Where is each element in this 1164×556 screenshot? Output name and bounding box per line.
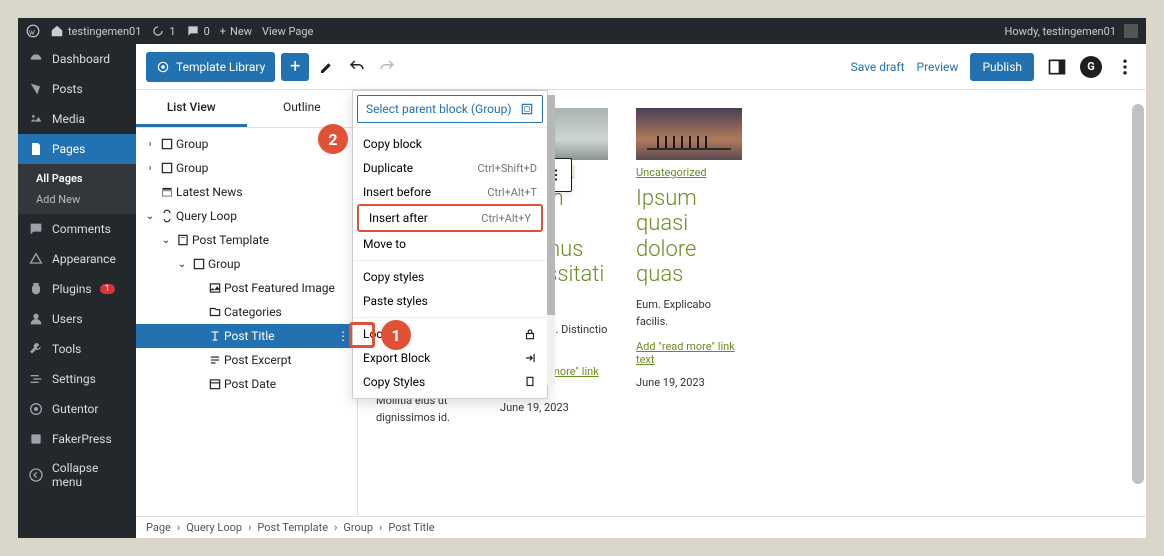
block-group[interactable]: ›Group	[136, 156, 357, 180]
crumb[interactable]: Group	[343, 521, 373, 534]
block-editor: Template Library + Save draft Preview Pu…	[136, 44, 1146, 538]
preview-button[interactable]: Preview	[917, 60, 959, 74]
ctx-insert-after[interactable]: Insert afterCtrl+Alt+Y	[357, 204, 543, 232]
list-view-panel: List View Outline ›Group ›Group Latest N…	[136, 90, 358, 538]
add-new[interactable]: + New	[220, 25, 252, 38]
menu-tools[interactable]: Tools	[18, 334, 136, 364]
crumb[interactable]: Page	[146, 521, 171, 534]
ctx-copy-block[interactable]: Copy block	[353, 132, 547, 156]
plugins-badge: 1	[100, 284, 115, 294]
post-title[interactable]: Ipsum quasi dolore quas	[636, 186, 742, 287]
add-block-button[interactable]: +	[281, 53, 309, 81]
menu-pages[interactable]: Pages	[18, 134, 136, 164]
block-post-date[interactable]: Post Date	[136, 372, 357, 396]
menu-posts[interactable]: Posts	[18, 74, 136, 104]
redo-icon[interactable]	[375, 55, 399, 79]
block-latest-news[interactable]: Latest News	[136, 180, 357, 204]
more-options-icon[interactable]	[1114, 56, 1136, 78]
block-post-excerpt[interactable]: Post Excerpt	[136, 348, 357, 372]
vertical-scrollbar[interactable]	[1132, 104, 1144, 524]
wp-admin-menu: Dashboard Posts Media Pages All Pages Ad…	[18, 44, 136, 538]
comment-icon[interactable]: 0	[186, 24, 210, 38]
menu-settings[interactable]: Settings	[18, 364, 136, 394]
block-post-template[interactable]: ⌄Post Template	[136, 228, 357, 252]
annotation-2: 2	[318, 124, 348, 154]
block-post-featured-image[interactable]: Post Featured Image	[136, 276, 357, 300]
ctx-scrollbar[interactable]	[547, 95, 555, 385]
menu-appearance[interactable]: Appearance	[18, 244, 136, 274]
collapse-menu[interactable]: Collapse menu	[18, 454, 136, 496]
editor-toolbar: Template Library + Save draft Preview Pu…	[136, 44, 1146, 90]
crumb[interactable]: Query Loop	[186, 521, 242, 534]
menu-gutentor[interactable]: Gutentor	[18, 394, 136, 424]
howdy-user[interactable]: Howdy, testingemen01	[1005, 24, 1139, 38]
sidebar-settings-icon[interactable]	[1046, 56, 1068, 78]
menu-comments[interactable]: Comments	[18, 214, 136, 244]
publish-button[interactable]: Publish	[970, 53, 1034, 81]
ctx-select-parent[interactable]: Select parent block (Group)	[357, 95, 543, 123]
save-draft-button[interactable]: Save draft	[851, 60, 905, 74]
menu-fakerpress[interactable]: FakerPress	[18, 424, 136, 454]
gutentor-icon[interactable]: G	[1080, 56, 1102, 78]
post-date: June 19, 2023	[500, 401, 608, 414]
submenu-pages: All Pages Add New	[18, 164, 136, 214]
block-group[interactable]: ⌄Group	[136, 252, 357, 276]
ctx-copy-styles[interactable]: Copy styles	[353, 265, 547, 289]
ctx-duplicate[interactable]: DuplicateCtrl+Shift+D	[353, 156, 547, 180]
block-context-menu: Select parent block (Group) Copy block D…	[352, 90, 548, 399]
admin-toolbar: testingemen01 1 0 + New View Page Howdy,…	[18, 18, 1146, 44]
block-post-title[interactable]: Post Title⋮	[136, 324, 357, 348]
undo-icon[interactable]	[345, 55, 369, 79]
submenu-all-pages[interactable]: All Pages	[36, 168, 136, 189]
crumb[interactable]: Post Title	[388, 521, 434, 534]
tab-list-view[interactable]: List View	[136, 90, 247, 127]
block-categories[interactable]: Categories	[136, 300, 357, 324]
ctx-move-to[interactable]: Move to	[353, 232, 547, 256]
menu-media[interactable]: Media	[18, 104, 136, 134]
ctx-paste-styles[interactable]: Paste styles	[353, 289, 547, 313]
template-library-button[interactable]: Template Library	[146, 52, 275, 82]
block-breadcrumb: Page › Query Loop › Post Template › Grou…	[136, 516, 1146, 538]
edit-icon[interactable]	[315, 55, 339, 79]
wp-logo-icon[interactable]	[26, 24, 40, 38]
view-page[interactable]: View Page	[262, 25, 313, 38]
submenu-add-new[interactable]: Add New	[36, 189, 136, 210]
block-query-loop[interactable]: ⌄Query Loop	[136, 204, 357, 228]
annotation-1: 1	[381, 320, 411, 350]
read-more-link[interactable]: Add "read more" link text	[636, 340, 742, 366]
ctx-insert-before[interactable]: Insert beforeCtrl+Alt+T	[353, 180, 547, 204]
menu-users[interactable]: Users	[18, 304, 136, 334]
ctx-export[interactable]: Export Block	[353, 346, 547, 370]
menu-plugins[interactable]: Plugins1	[18, 274, 136, 304]
post-date: June 19, 2023	[636, 376, 742, 389]
crumb[interactable]: Post Template	[257, 521, 328, 534]
ctx-copy-styles-2[interactable]: Copy Styles	[353, 370, 547, 394]
menu-dashboard[interactable]: Dashboard	[18, 44, 136, 74]
tab-outline[interactable]: Outline	[247, 90, 358, 127]
post-card: Uncategorized Ipsum quasi dolore quas Eu…	[636, 108, 742, 426]
post-excerpt[interactable]: Eum. Explicabo facilis.	[636, 297, 742, 330]
post-thumbnail[interactable]	[636, 108, 742, 160]
post-category[interactable]: Uncategorized	[636, 166, 707, 179]
annotation-highlight	[349, 322, 375, 348]
updates-icon[interactable]: 1	[151, 24, 175, 38]
site-name[interactable]: testingemen01	[50, 24, 141, 38]
